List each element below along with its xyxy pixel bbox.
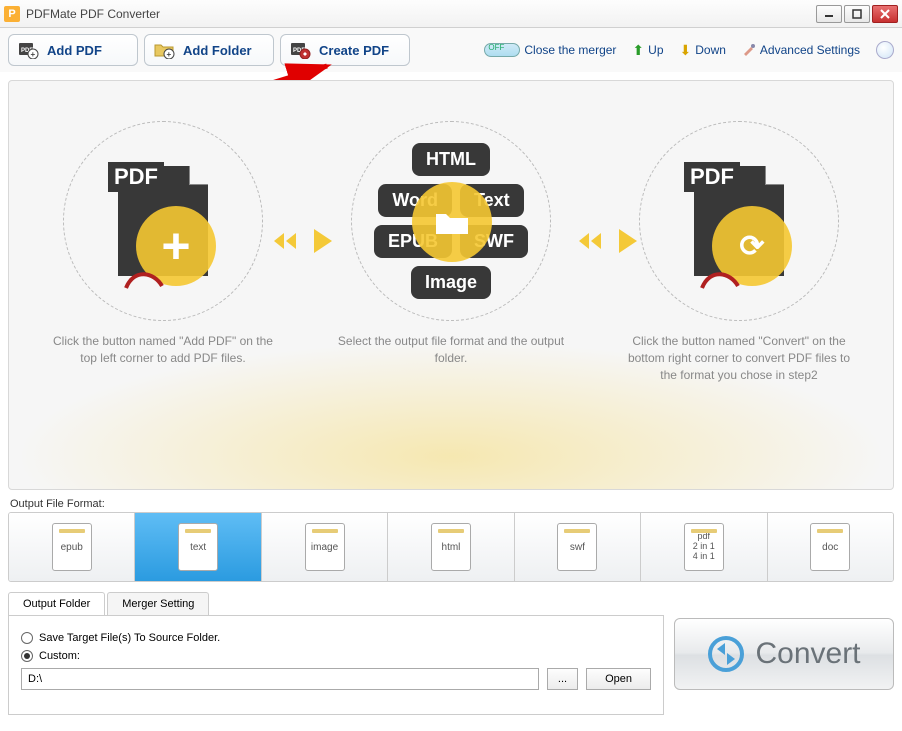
format-pdf-nup-label: pdf 2 in 1 4 in 1 (693, 532, 715, 562)
format-image[interactable]: image (262, 513, 388, 581)
add-folder-label: Add Folder (183, 43, 252, 58)
tools-icon (742, 43, 756, 57)
add-pdf-button[interactable]: PDF+ Add PDF (8, 34, 138, 66)
down-label: Down (695, 43, 726, 57)
adobe-curl-icon-2 (700, 266, 740, 292)
convert-button[interactable]: Convert (674, 618, 894, 690)
flow-arrow-2-icon (579, 221, 639, 261)
maximize-button[interactable] (844, 5, 870, 23)
up-button[interactable]: ⬆ Up (632, 42, 663, 59)
save-to-source-label: Save Target File(s) To Source Folder. (39, 632, 220, 644)
format-swf[interactable]: swf (515, 513, 641, 581)
toggle-switch-icon (484, 43, 520, 57)
format-text[interactable]: text (135, 513, 261, 581)
pill-html: HTML (412, 143, 490, 176)
convert-label: Convert (755, 637, 860, 671)
pdf-badge: PDF (108, 162, 164, 192)
format-doc[interactable]: doc (768, 513, 893, 581)
help-icon[interactable] (876, 41, 894, 59)
step-1: PDF + Click the button named "Add PDF" o… (33, 121, 293, 367)
add-folder-icon: + (153, 41, 175, 59)
close-button[interactable] (872, 5, 898, 23)
format-swf-label: swf (570, 542, 585, 553)
add-folder-button[interactable]: + Add Folder (144, 34, 274, 66)
step-2-graphic: HTML Word Text EPUB SWF Image (351, 121, 551, 321)
tab-merger-setting[interactable]: Merger Setting (107, 592, 209, 615)
down-button[interactable]: ⬇Down (680, 42, 726, 59)
window-controls (816, 5, 898, 23)
create-pdf-label: Create PDF (319, 43, 389, 58)
app-icon: P (4, 6, 20, 22)
output-tabs: Output Folder Merger Setting Save Target… (8, 592, 664, 715)
advanced-label: Advanced Settings (760, 43, 860, 57)
browse-button[interactable]: ... (547, 668, 578, 690)
step-3-text: Click the button named "Convert" on the … (609, 333, 869, 383)
step-3: PDF ⟳ Click the button named "Convert" o… (609, 121, 869, 383)
up-label: Up (648, 43, 663, 57)
radio-checked-icon (21, 650, 33, 662)
add-pdf-label: Add PDF (47, 43, 102, 58)
format-html-label: html (442, 542, 461, 553)
step-1-text: Click the button named "Add PDF" on the … (33, 333, 293, 367)
pill-image: Image (411, 266, 491, 299)
step-3-graphic: PDF ⟳ (639, 121, 839, 321)
workflow-canvas: PDF + Click the button named "Add PDF" o… (8, 80, 894, 490)
title-bar: P PDFMate PDF Converter (0, 0, 902, 28)
create-pdf-button[interactable]: PDF Create PDF (280, 34, 410, 66)
format-doc-label: doc (822, 542, 838, 553)
radio-unchecked-icon (21, 632, 33, 644)
custom-label: Custom: (39, 650, 80, 662)
step-2: HTML Word Text EPUB SWF Image Select the… (321, 121, 581, 367)
format-pdf-nup[interactable]: pdf 2 in 1 4 in 1 (641, 513, 767, 581)
svg-text:+: + (31, 50, 36, 59)
advanced-settings-button[interactable]: Advanced Settings (742, 43, 860, 57)
window-title: PDFMate PDF Converter (26, 7, 816, 21)
step-1-graphic: PDF + (63, 121, 263, 321)
add-pdf-icon: PDF+ (17, 41, 39, 59)
folder-icon (412, 182, 492, 262)
tab-output-folder[interactable]: Output Folder (8, 592, 105, 615)
output-folder-panel: Save Target File(s) To Source Folder. Cu… (8, 615, 664, 715)
adobe-curl-icon (124, 266, 164, 292)
step-2-text: Select the output file format and the ou… (321, 333, 581, 367)
output-format-label: Output File Format: (10, 498, 892, 510)
toolbar: PDF+ Add PDF + Add Folder PDF Create PDF… (0, 28, 902, 72)
open-folder-button[interactable]: Open (586, 668, 651, 690)
format-epub[interactable]: epub (9, 513, 135, 581)
format-text-label: text (190, 542, 206, 553)
format-strip: epub text image html swf pdf 2 in 1 4 in… (8, 512, 894, 582)
flow-arrow-1-icon (274, 221, 334, 261)
format-html[interactable]: html (388, 513, 514, 581)
output-path-input[interactable] (21, 668, 539, 690)
close-merger-toggle[interactable]: Close the merger (484, 43, 616, 57)
create-pdf-icon: PDF (289, 41, 311, 59)
convert-icon (707, 635, 745, 673)
svg-text:+: + (167, 50, 172, 59)
minimize-button[interactable] (816, 5, 842, 23)
format-epub-label: epub (61, 542, 83, 553)
pdf-badge-2: PDF (684, 162, 740, 192)
format-image-label: image (311, 542, 338, 553)
arrow-down-icon: ⬇ (680, 42, 692, 59)
close-merger-label: Close the merger (524, 43, 616, 57)
custom-folder-option[interactable]: Custom: (21, 650, 651, 662)
save-to-source-option[interactable]: Save Target File(s) To Source Folder. (21, 632, 651, 644)
arrow-up-icon: ⬆ (632, 42, 644, 59)
